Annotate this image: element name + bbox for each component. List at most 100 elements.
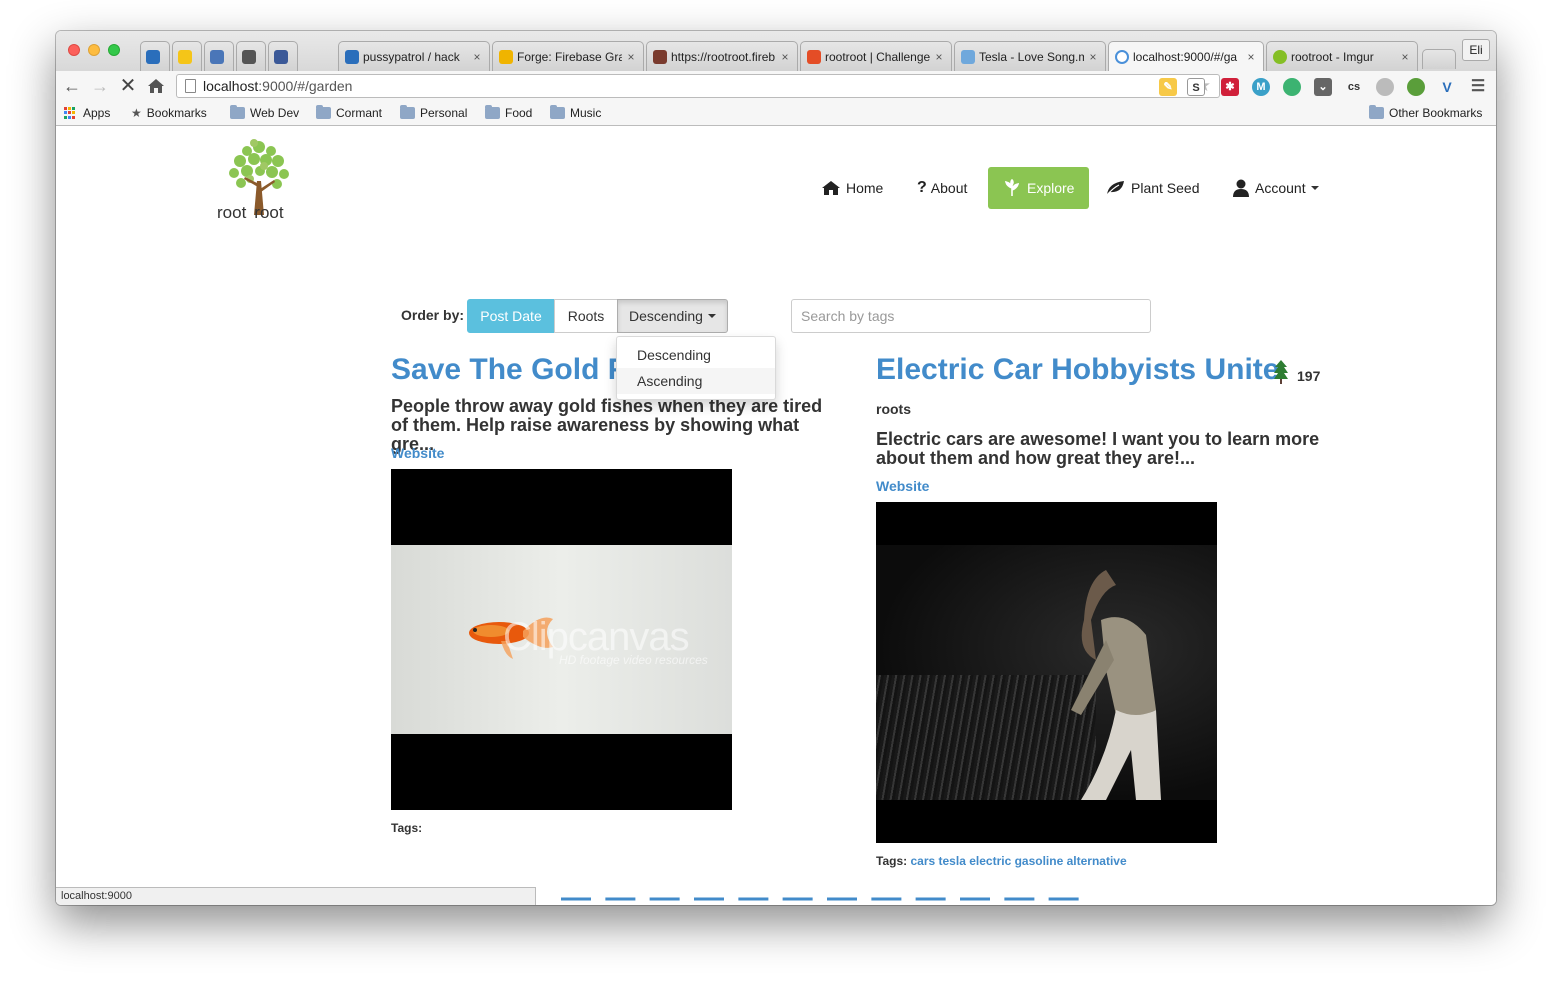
tab-pinned-5[interactable] [268,41,298,71]
chevron-down-icon [1310,186,1319,190]
s-extension-icon[interactable]: S [1187,78,1205,96]
order-direction-menu: Descending Ascending [616,336,776,400]
tab-tesla[interactable]: Tesla - Love Song.m × [954,41,1106,71]
music-icon [961,49,975,64]
profile-button[interactable]: Eli [1462,39,1490,61]
close-icon[interactable]: × [1399,50,1411,64]
page-content: root root Home ? About Explore Plant Seed… [56,127,1496,905]
cs-extension-icon[interactable]: cs [1345,78,1363,96]
order-roots-button[interactable]: Roots [554,299,618,333]
tab-firebase[interactable]: https://rootroot.fireb × [646,41,798,71]
nav-about[interactable]: ? About [917,167,967,209]
nav-explore[interactable]: Explore [988,167,1090,209]
bookmark-apps[interactable]: Apps [64,106,110,120]
menu-icon[interactable]: ☰ [1469,78,1487,96]
v-extension-icon[interactable]: V [1438,78,1456,96]
sprout-icon [1004,179,1020,196]
zoom-window-button[interactable] [108,44,120,56]
bookmark-folder-food[interactable]: Food [485,105,532,120]
pocket-extension-icon[interactable]: ⌄ [1314,78,1332,96]
post-tags: Tags: cars tesla electric gasoline alter… [876,854,1127,868]
user-icon [1233,179,1249,197]
menu-item-ascending[interactable]: Ascending [617,368,775,394]
bookmark-folder-personal[interactable]: Personal [400,105,467,120]
tab-pinned-3[interactable] [204,41,234,71]
leaf-icon [1105,181,1124,196]
performer-figure [1071,570,1161,800]
keep-icon [178,49,192,64]
close-icon[interactable]: × [1245,50,1257,64]
close-icon[interactable]: × [1087,50,1099,64]
browser-toolbar: ← → ✕ localhost:9000/#/garden ★ ✎ S ✱ M … [56,71,1496,101]
order-post-date-button[interactable]: Post Date [467,299,555,333]
page-icon [185,79,196,93]
pencil-extension-icon[interactable]: ✎ [1159,78,1177,96]
close-icon[interactable]: × [779,50,791,64]
bookmark-folder-web-dev[interactable]: Web Dev [230,105,299,120]
roots-count: 197 [1297,368,1321,384]
close-window-button[interactable] [68,44,80,56]
tag-link[interactable]: gasoline [1015,854,1064,868]
post-title[interactable]: Electric Car Hobbyists Unite [876,353,1279,387]
bookmark-folder-other[interactable]: Other Bookmarks [1369,105,1482,120]
post-website-link[interactable]: Website [391,445,444,461]
nav-home[interactable]: Home [822,167,883,209]
logo-text[interactable]: root root [217,203,284,223]
forward-arrow-icon[interactable]: → [90,75,110,97]
feather-extension-icon[interactable] [1376,78,1394,96]
tab-imgur[interactable]: rootroot - Imgur × [1266,41,1418,71]
folder-icon [400,105,415,119]
url-host: localhost [203,78,259,94]
close-icon[interactable]: × [471,50,483,64]
roots-label: roots [876,401,911,417]
tag-search-input[interactable] [791,299,1151,333]
stop-loading-icon[interactable]: ✕ [118,75,138,97]
m-extension-icon[interactable]: M [1252,78,1270,96]
post-video[interactable]: Clipcanvas HD footage video resources [391,469,732,810]
tab-forge[interactable]: Forge: Firebase Gra × [492,41,644,71]
bookmark-folder-music[interactable]: Music [550,105,601,120]
post-website-link[interactable]: Website [876,478,929,494]
asterisk-extension-icon[interactable]: ✱ [1221,78,1239,96]
balloon-extension-icon[interactable] [1283,78,1301,96]
post-video[interactable] [876,502,1217,843]
tag-link[interactable]: tesla [939,854,966,868]
address-bar[interactable]: localhost:9000/#/garden ★ [176,74,1220,98]
tab-pinned-1[interactable] [140,41,170,71]
order-by-label: Order by: [401,307,465,323]
tag-link[interactable]: electric [969,854,1011,868]
home-icon[interactable] [146,75,166,97]
tree-icon [1274,360,1288,384]
close-icon[interactable]: × [625,50,637,64]
folder-icon [550,105,565,119]
tab-pinned-2[interactable] [172,41,202,71]
post-title[interactable]: Save The Gold F [391,353,626,387]
minimize-window-button[interactable] [88,44,100,56]
post-description: Electric cars are awesome! I want you to… [876,429,1320,468]
video-frame-goldfish: Clipcanvas HD footage video resources [391,545,732,734]
tab-pinned-4[interactable] [236,41,266,71]
close-icon[interactable]: × [933,50,945,64]
tab-github[interactable]: pussypatrol / hack × [338,41,490,71]
facebook-icon [274,49,288,64]
bookmark-bookmarks[interactable]: ★ Bookmarks [131,106,207,120]
leaf-extension-icon[interactable] [1407,78,1425,96]
bookmark-folder-cormant[interactable]: Cormant [316,105,382,120]
tab-challenge[interactable]: rootroot | Challenge × [800,41,952,71]
new-tab-button[interactable] [1422,49,1456,69]
browser-window: pussypatrol / hack × Forge: Firebase Gra ×… [56,31,1496,905]
tag-link[interactable]: cars [910,854,935,868]
nav-account[interactable]: Account [1233,167,1319,209]
menu-item-descending[interactable]: Descending [617,342,775,368]
next-post-title-cutoff: — — — — — — — — — — — — [561,895,1161,905]
order-direction-dropdown[interactable]: Descending [617,299,728,333]
status-bar: localhost:9000 [56,887,536,905]
back-arrow-icon[interactable]: ← [62,75,82,97]
star-icon: ★ [131,106,142,120]
tab-localhost-active[interactable]: localhost:9000/#/ga × [1108,41,1264,72]
tag-link[interactable]: alternative [1067,854,1127,868]
nav-plant-seed[interactable]: Plant Seed [1105,167,1200,209]
loading-icon [1115,50,1129,64]
home-icon [822,181,840,195]
folder-icon [316,105,331,119]
